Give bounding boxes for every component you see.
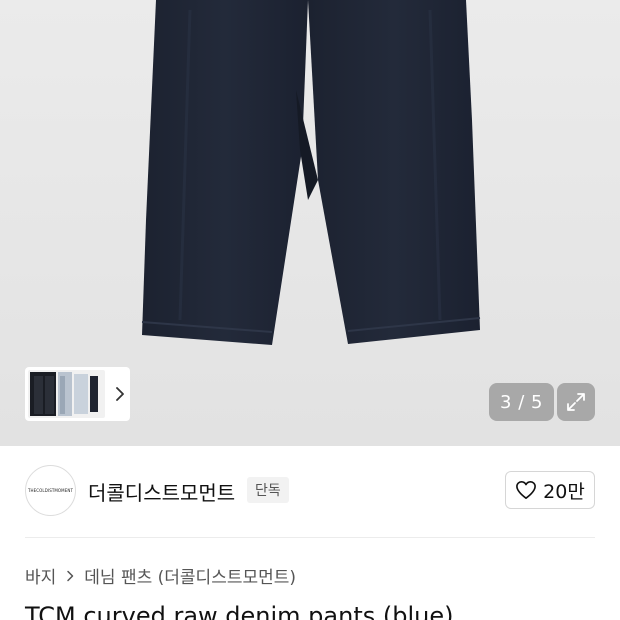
brand-logo[interactable]: THECOLDISTMOMENT <box>25 465 76 516</box>
breadcrumb-item-pants[interactable]: 바지 <box>25 563 56 588</box>
image-counter: 3 / 5 <box>489 383 554 421</box>
chevron-right-icon[interactable] <box>113 387 127 401</box>
product-title: TCM curved raw denim pants (blue) <box>25 602 454 620</box>
product-image-gallery[interactable]: 3 / 5 <box>0 0 620 446</box>
divider <box>25 537 595 538</box>
like-button[interactable]: 20만 <box>505 471 595 509</box>
brand-logo-text: THECOLDISTMOMENT <box>27 488 73 493</box>
brand-name[interactable]: 더콜디스트모먼트 <box>88 477 235 506</box>
like-count: 20만 <box>543 480 585 503</box>
expand-button[interactable] <box>557 383 595 421</box>
brand-row: THECOLDISTMOMENT 더콜디스트모먼트 단독 20만 <box>25 465 595 517</box>
breadcrumb: 바지 데님 팬츠 (더콜디스트모먼트) <box>25 563 296 588</box>
thumbnail-image[interactable] <box>28 370 105 418</box>
breadcrumb-item-denim-pants[interactable]: 데님 팬츠 (더콜디스트모먼트) <box>84 563 296 588</box>
expand-icon <box>567 393 585 411</box>
chevron-right-icon <box>67 570 74 581</box>
thumbnail-strip[interactable] <box>25 367 130 421</box>
heart-icon <box>516 481 537 499</box>
exclusive-badge: 단독 <box>247 477 289 503</box>
